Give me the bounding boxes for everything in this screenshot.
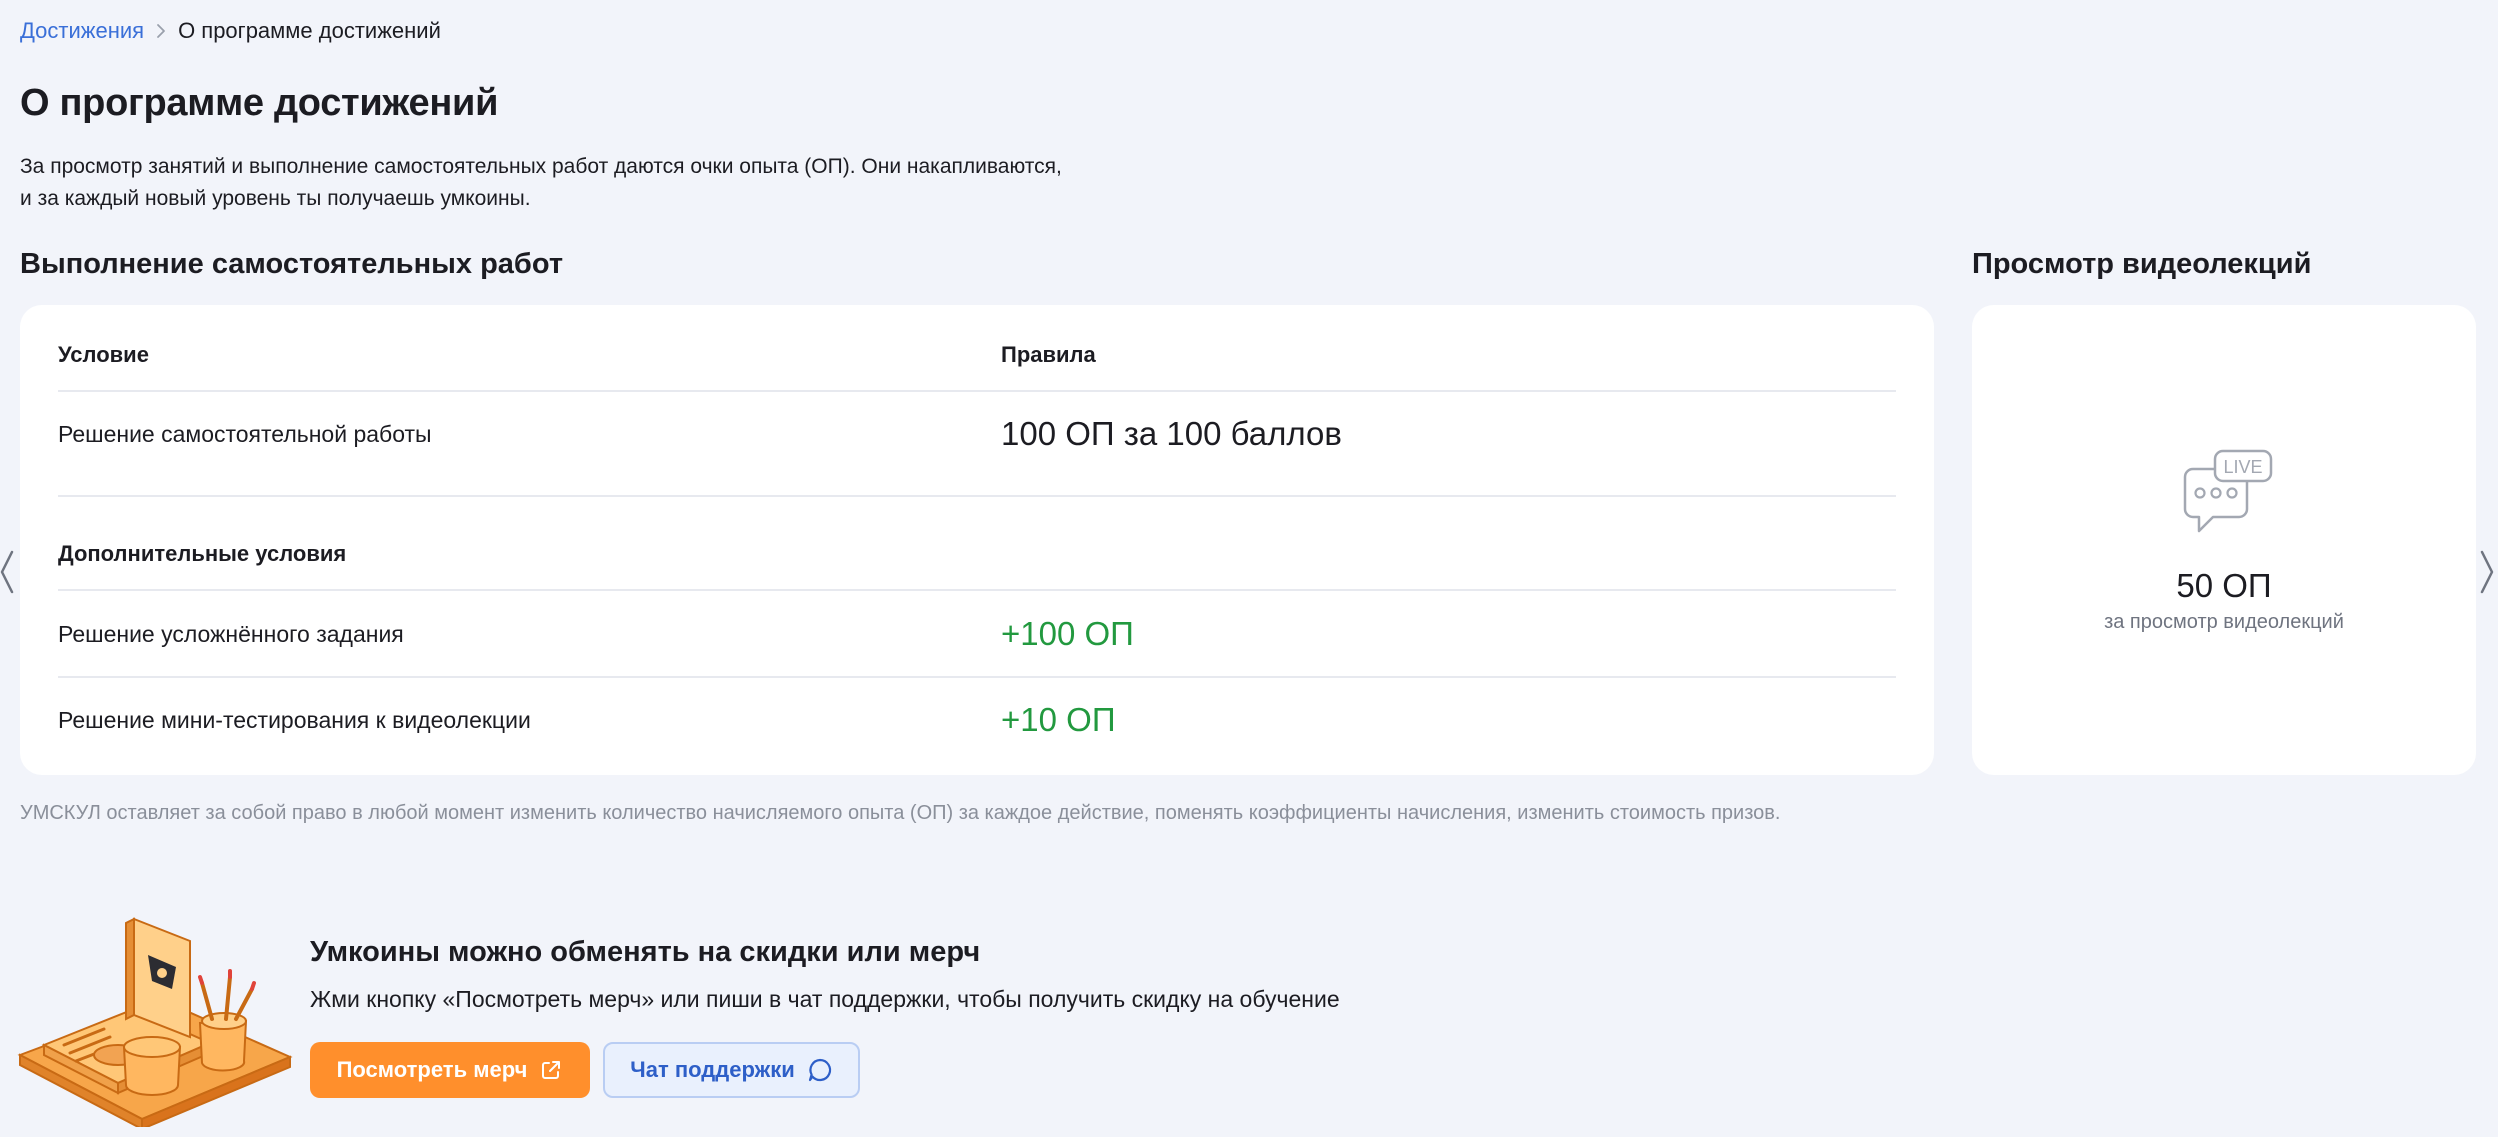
- breadcrumb: Достижения О программе достижений: [20, 18, 441, 44]
- intro-line-2: и за каждый новый уровень ты получаешь у…: [20, 187, 531, 210]
- promo-title: Умкоины можно обменять на скидки или мер…: [310, 936, 981, 968]
- promo-text: Жми кнопку «Посмотреть мерч» или пиши в …: [310, 986, 1340, 1012]
- row-extra-condition-2: Решение мини-тестирования к видеолекции: [58, 707, 531, 733]
- works-section-title: Выполнение самостоятельных работ: [20, 248, 564, 280]
- support-chat-label: Чат поддержки: [630, 1057, 795, 1082]
- support-chat-button[interactable]: Чат поддержки: [603, 1042, 860, 1098]
- table-divider: [58, 589, 1896, 591]
- works-rules-table: Условие Правила Решение самостоятельной …: [20, 305, 1934, 775]
- video-points-value: 50 ОП: [2176, 567, 2272, 604]
- video-points-caption: за просмотр видеолекций: [2104, 611, 2344, 633]
- breadcrumb-achievements-link[interactable]: Достижения: [20, 18, 144, 44]
- row-main-condition: Решение самостоятельной работы: [58, 421, 432, 447]
- row-extra-rule-1: +100 ОП: [1001, 615, 1134, 652]
- intro-text: За просмотр занятий и выполнение самосто…: [20, 151, 1320, 215]
- table-divider: [58, 390, 1896, 392]
- video-section-title: Просмотр видеолекций: [1972, 248, 2312, 280]
- live-label: LIVE: [2223, 457, 2262, 477]
- extra-conditions-title: Дополнительные условия: [58, 541, 347, 566]
- page-title: О программе достижений: [20, 82, 499, 124]
- row-main-rule: 100 ОП за 100 баллов: [1001, 415, 1342, 452]
- row-extra-condition-1: Решение усложнённого задания: [58, 621, 404, 647]
- chevron-left-icon[interactable]: [0, 548, 20, 596]
- table-divider: [58, 676, 1896, 678]
- disclaimer-text: УМСКУЛ оставляет за собой право в любой …: [20, 802, 1781, 824]
- external-link-icon: [539, 1058, 563, 1082]
- chat-bubble-icon: [807, 1057, 833, 1083]
- table-divider: [58, 495, 1896, 497]
- chevron-right-icon: [156, 23, 166, 39]
- merch-illustration: [17, 917, 293, 1127]
- breadcrumb-current: О программе достижений: [178, 18, 441, 43]
- achievements-program-page: Достижения О программе достижений О прог…: [0, 0, 2498, 1137]
- chevron-right-icon[interactable]: [2476, 548, 2496, 596]
- video-lectures-card: LIVE 50 ОП за просмотр видеолекций: [1972, 305, 2476, 775]
- table-header-rules: Правила: [1001, 342, 1096, 367]
- table-header-condition: Условие: [58, 342, 149, 367]
- row-extra-rule-2: +10 ОП: [1001, 701, 1116, 738]
- view-merch-button[interactable]: Посмотреть мерч: [310, 1042, 590, 1098]
- intro-line-1: За просмотр занятий и выполнение самосто…: [20, 155, 1062, 178]
- live-chat-icon: LIVE: [2183, 449, 2273, 533]
- view-merch-label: Посмотреть мерч: [336, 1057, 528, 1082]
